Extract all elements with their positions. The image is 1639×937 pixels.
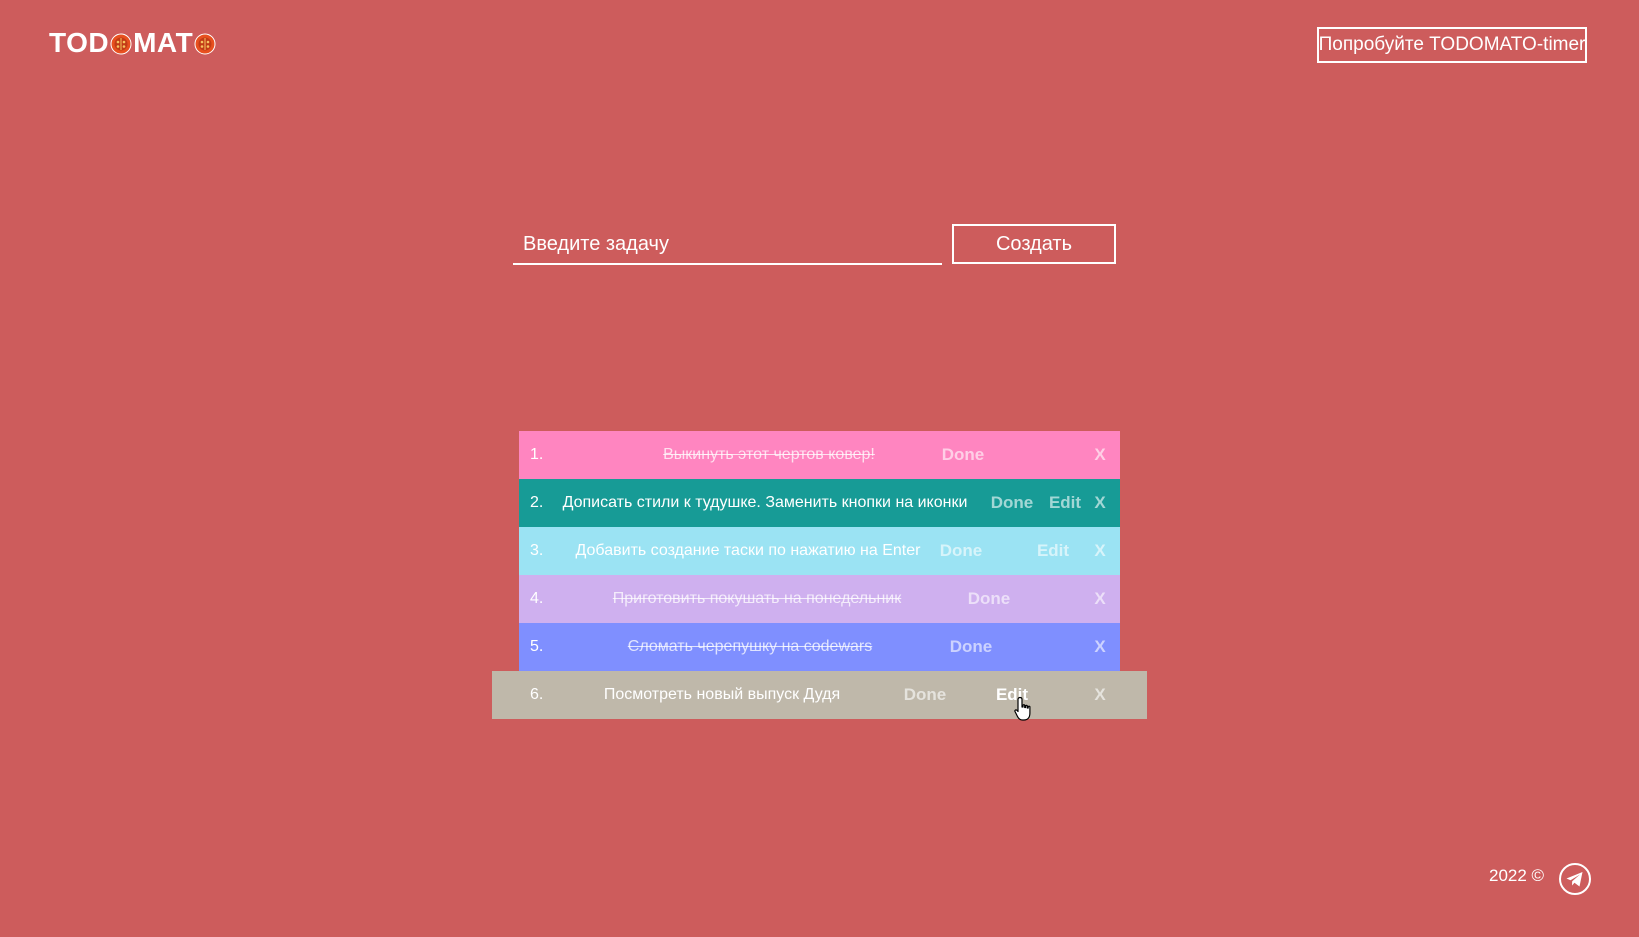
- try-timer-button[interactable]: Попробуйте TODOMATO-timer: [1317, 27, 1587, 63]
- task-text: Сломать черепушку на codewars: [627, 638, 873, 655]
- edit-button[interactable]: Edit: [1045, 479, 1085, 527]
- logo[interactable]: TOD MAT: [49, 26, 217, 60]
- hand-cursor-icon: [1014, 696, 1031, 721]
- delete-button[interactable]: X: [1090, 671, 1110, 719]
- delete-button[interactable]: X: [1090, 623, 1110, 671]
- done-button[interactable]: Done: [931, 431, 995, 479]
- done-button[interactable]: Done: [985, 479, 1039, 527]
- done-button[interactable]: Done: [957, 575, 1021, 623]
- task-row: 1. Выкинуть этот чертов ковер! Done X: [519, 431, 1120, 479]
- task-number: 3.: [530, 542, 544, 559]
- telegram-icon[interactable]: [1559, 863, 1591, 895]
- task-number: 4.: [530, 590, 544, 607]
- delete-button[interactable]: X: [1090, 527, 1110, 575]
- tomato-icon: [110, 33, 132, 55]
- delete-button[interactable]: X: [1090, 575, 1110, 623]
- task-row: 2. Дописать стили к тудушке. Заменить кн…: [519, 479, 1120, 527]
- create-button[interactable]: Создать: [952, 224, 1116, 264]
- task-text: Выкинуть этот чертов ковер!: [663, 446, 875, 463]
- tomato-icon: [194, 33, 216, 55]
- task-row: 5. Сломать черепушку на codewars Done X: [519, 623, 1120, 671]
- task-text: Посмотреть новый выпуск Дудя: [603, 686, 841, 703]
- task-text: Добавить создание таски по нажатию на En…: [575, 542, 921, 559]
- delete-button[interactable]: X: [1090, 479, 1110, 527]
- task-row: 4. Приготовить покушать на понедельник D…: [519, 575, 1120, 623]
- task-input[interactable]: [513, 225, 942, 265]
- delete-button[interactable]: X: [1090, 431, 1110, 479]
- edit-button[interactable]: Edit: [1029, 527, 1077, 575]
- task-row: 6. Посмотреть новый выпуск Дудя Done Edi…: [492, 671, 1147, 719]
- task-number: 6.: [530, 686, 544, 703]
- task-number: 2.: [530, 494, 544, 511]
- done-button[interactable]: Done: [895, 671, 955, 719]
- logo-text-tod: TOD: [49, 27, 110, 58]
- task-number: 1.: [530, 446, 544, 463]
- task-text: Дописать стили к тудушке. Заменить кнопк…: [562, 494, 968, 511]
- done-button[interactable]: Done: [931, 527, 991, 575]
- task-text: Приготовить покушать на понедельник: [612, 590, 902, 607]
- task-number: 5.: [530, 638, 544, 655]
- done-button[interactable]: Done: [939, 623, 1003, 671]
- copyright-text: 2022 ©: [1489, 866, 1545, 885]
- task-row: 3. Добавить создание таски по нажатию на…: [519, 527, 1120, 575]
- logo-text-mat: MAT: [133, 27, 194, 58]
